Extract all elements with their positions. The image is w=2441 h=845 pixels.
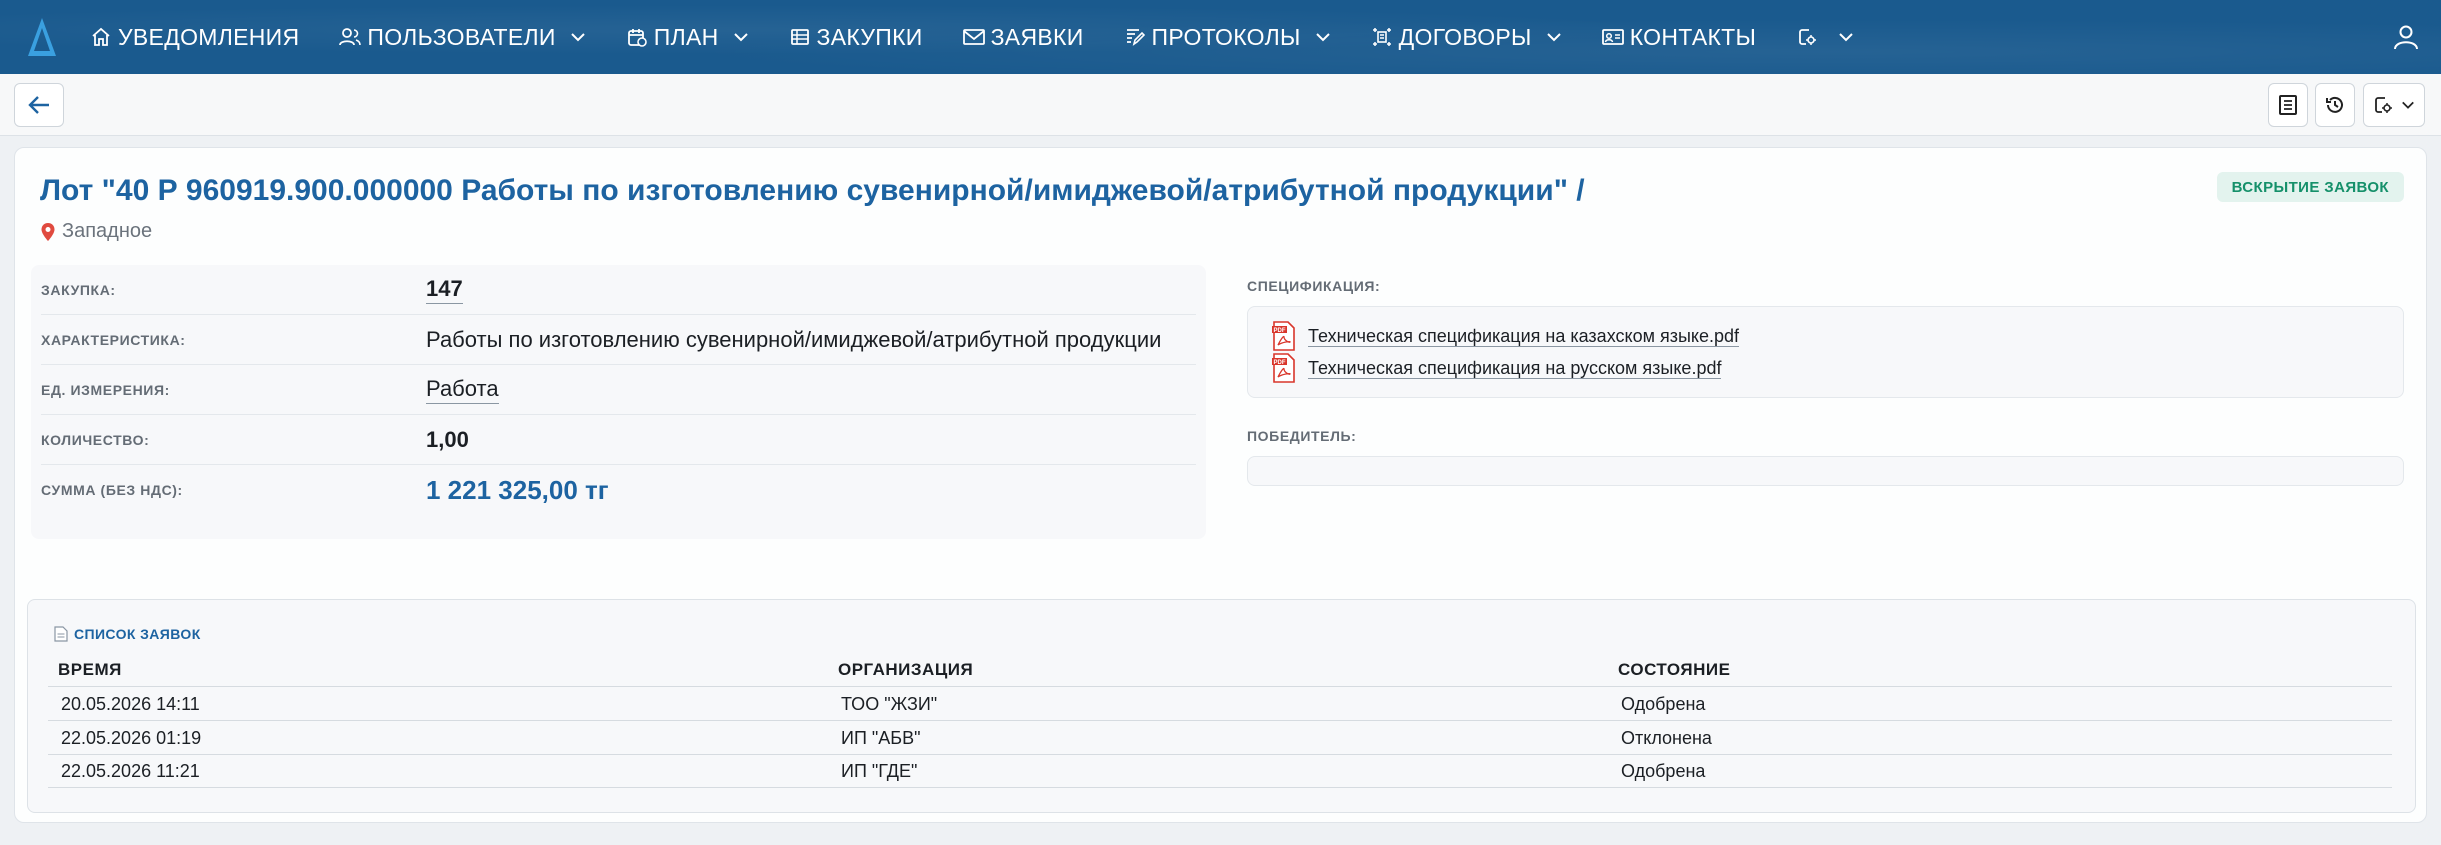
winner-label: ПОБЕДИТЕЛЬ: <box>1247 428 1357 444</box>
chevron-down-icon <box>570 29 586 45</box>
detail-label: ЕД. ИЗМЕРЕНИЯ: <box>41 382 170 398</box>
column-header-status: СОСТОЯНИЕ <box>1618 660 1731 679</box>
file-name: Техническая спецификация на казахском яз… <box>1308 325 1739 347</box>
top-navigation: УВЕДОМЛЕНИЯ ПОЛЬЗОВАТЕЛИ ПЛАН ЗАКУПКИ ЗА… <box>0 0 2441 74</box>
bid-time: 22.05.2026 11:21 <box>61 761 200 781</box>
lot-details: ЗАКУПКА: 147 ХАРАКТЕРИСТИКА: Работы по и… <box>31 265 1206 539</box>
users-icon <box>339 26 362 48</box>
edit-document-icon <box>1124 26 1146 48</box>
mail-icon <box>962 26 985 48</box>
divider <box>48 787 2392 788</box>
svg-text:PDF: PDF <box>1274 360 1286 366</box>
nav-item-contacts[interactable]: КОНТАКТЫ <box>1601 0 1757 74</box>
logo-icon[interactable] <box>24 14 60 60</box>
detail-label: СУММА (БЕЗ НДС): <box>41 482 183 498</box>
nav-item-contracts[interactable]: ДОГОВОРЫ <box>1371 0 1562 74</box>
detail-value: Работы по изготовлению сувенирной/имидже… <box>426 327 1162 352</box>
region: Западное <box>40 220 152 243</box>
detail-label: ХАРАКТЕРИСТИКА: <box>41 332 186 348</box>
arrow-left-icon <box>28 96 49 114</box>
document-settings-dropdown[interactable] <box>2363 83 2425 127</box>
chevron-down-icon <box>1838 29 1854 45</box>
user-icon[interactable] <box>2393 24 2419 50</box>
detail-row-sum: СУММА (БЕЗ НДС): 1 221 325,00 тг <box>41 465 1196 515</box>
spec-file-kz[interactable]: PDF Техническая спецификация на казахско… <box>1272 321 1739 351</box>
toolbar <box>0 74 2441 136</box>
svg-text:PDF: PDF <box>1274 328 1286 334</box>
detail-value: 1,00 <box>426 427 469 452</box>
nav-item-more[interactable] <box>1796 0 1854 74</box>
nav-item-users[interactable]: ПОЛЬЗОВАТЕЛИ <box>339 0 585 74</box>
list-icon <box>789 26 811 48</box>
bids-list: СПИСОК ЗАЯВОК ВРЕМЯ ОРГАНИЗАЦИЯ СОСТОЯНИ… <box>27 599 2416 813</box>
winner-value <box>1247 456 2404 486</box>
home-icon <box>90 26 112 48</box>
document-settings-icon <box>2375 97 2392 113</box>
nav-item-label: ДОГОВОРЫ <box>1398 23 1532 50</box>
unit-link[interactable]: Работа <box>426 365 499 415</box>
nav-item-protocols[interactable]: ПРОТОКОЛЫ <box>1124 0 1331 74</box>
page-title: Лот "40 Р 960919.900.000000 Работы по из… <box>40 174 1585 207</box>
nav-item-label: УВЕДОМЛЕНИЯ <box>118 23 300 50</box>
bid-status: Одобрена <box>1621 761 1706 781</box>
nav-item-bids[interactable]: ЗАЯВКИ <box>962 0 1084 74</box>
nav-item-label: ПРОТОКОЛЫ <box>1151 23 1301 50</box>
bid-status: Отклонена <box>1621 728 1712 748</box>
spec-label: СПЕЦИФИКАЦИЯ: <box>1247 278 1381 294</box>
divider <box>48 686 2392 687</box>
region-label: Западное <box>62 220 153 242</box>
chevron-down-icon <box>1546 29 1562 45</box>
nav-item-label: ЗАЯВКИ <box>990 23 1084 50</box>
detail-row-purchase: ЗАКУПКА: 147 <box>41 265 1196 315</box>
detail-row-characteristic: ХАРАКТЕРИСТИКА: Работы по изготовлению с… <box>41 315 1196 365</box>
lot-card: Лот "40 Р 960919.900.000000 Работы по из… <box>14 147 2427 823</box>
document-icon <box>54 626 68 642</box>
chevron-down-icon <box>1315 29 1331 45</box>
chevron-down-icon <box>733 29 749 45</box>
nav-item-plan[interactable]: ПЛАН <box>626 0 749 74</box>
document-icon <box>2279 95 2297 115</box>
back-button[interactable] <box>14 83 64 127</box>
nav-item-label: КОНТАКТЫ <box>1629 23 1757 50</box>
purchase-link[interactable]: 147 <box>426 265 463 315</box>
status-badge: ВСКРЫТИЕ ЗАЯВОК <box>2216 172 2404 202</box>
bid-organization: ТОО "ЖЗИ" <box>841 694 938 714</box>
column-header-time: ВРЕМЯ <box>58 660 122 679</box>
contract-icon <box>1371 26 1393 48</box>
calendar-icon <box>626 26 648 48</box>
bid-time: 22.05.2026 01:19 <box>61 728 202 748</box>
detail-row-unit: ЕД. ИЗМЕРЕНИЯ: Работа <box>41 365 1196 415</box>
history-icon <box>2326 96 2343 113</box>
chevron-down-icon <box>2402 101 2414 109</box>
contact-card-icon <box>1601 26 1624 48</box>
detail-row-quantity: КОЛИЧЕСТВО: 1,00 <box>41 415 1196 465</box>
spec-file-ru[interactable]: PDF Техническая спецификация на русском … <box>1272 353 1722 383</box>
bid-time: 20.05.2026 14:11 <box>61 694 200 714</box>
sum-value: 1 221 325,00 тг <box>426 474 609 505</box>
divider <box>48 720 2392 721</box>
spec-files: PDF Техническая спецификация на казахско… <box>1247 306 2404 398</box>
bids-title: СПИСОК ЗАЯВОК <box>54 626 201 642</box>
pdf-icon: PDF <box>1272 353 1295 383</box>
nav-item-label: ЗАКУПКИ <box>816 23 923 50</box>
detail-label: КОЛИЧЕСТВО: <box>41 432 150 448</box>
bid-status: Одобрена <box>1621 694 1706 714</box>
column-header-organization: ОРГАНИЗАЦИЯ <box>838 660 974 679</box>
nav-item-notifications[interactable]: УВЕДОМЛЕНИЯ <box>90 0 299 74</box>
bid-organization: ИП "ГДЕ" <box>841 761 918 781</box>
nav-item-purchases[interactable]: ЗАКУПКИ <box>789 0 923 74</box>
nav-item-label: ПОЛЬЗОВАТЕЛИ <box>367 23 556 50</box>
detail-label: ЗАКУПКА: <box>41 282 116 298</box>
bid-organization: ИП "АБВ" <box>841 728 921 748</box>
history-button[interactable] <box>2315 83 2355 127</box>
document-button[interactable] <box>2268 83 2308 127</box>
file-name: Техническая спецификация на русском язык… <box>1308 357 1722 379</box>
document-settings-icon <box>1796 26 1818 48</box>
nav-item-label: ПЛАН <box>653 23 719 50</box>
location-pin-icon <box>41 222 55 241</box>
pdf-icon: PDF <box>1272 321 1295 351</box>
divider <box>48 754 2392 755</box>
